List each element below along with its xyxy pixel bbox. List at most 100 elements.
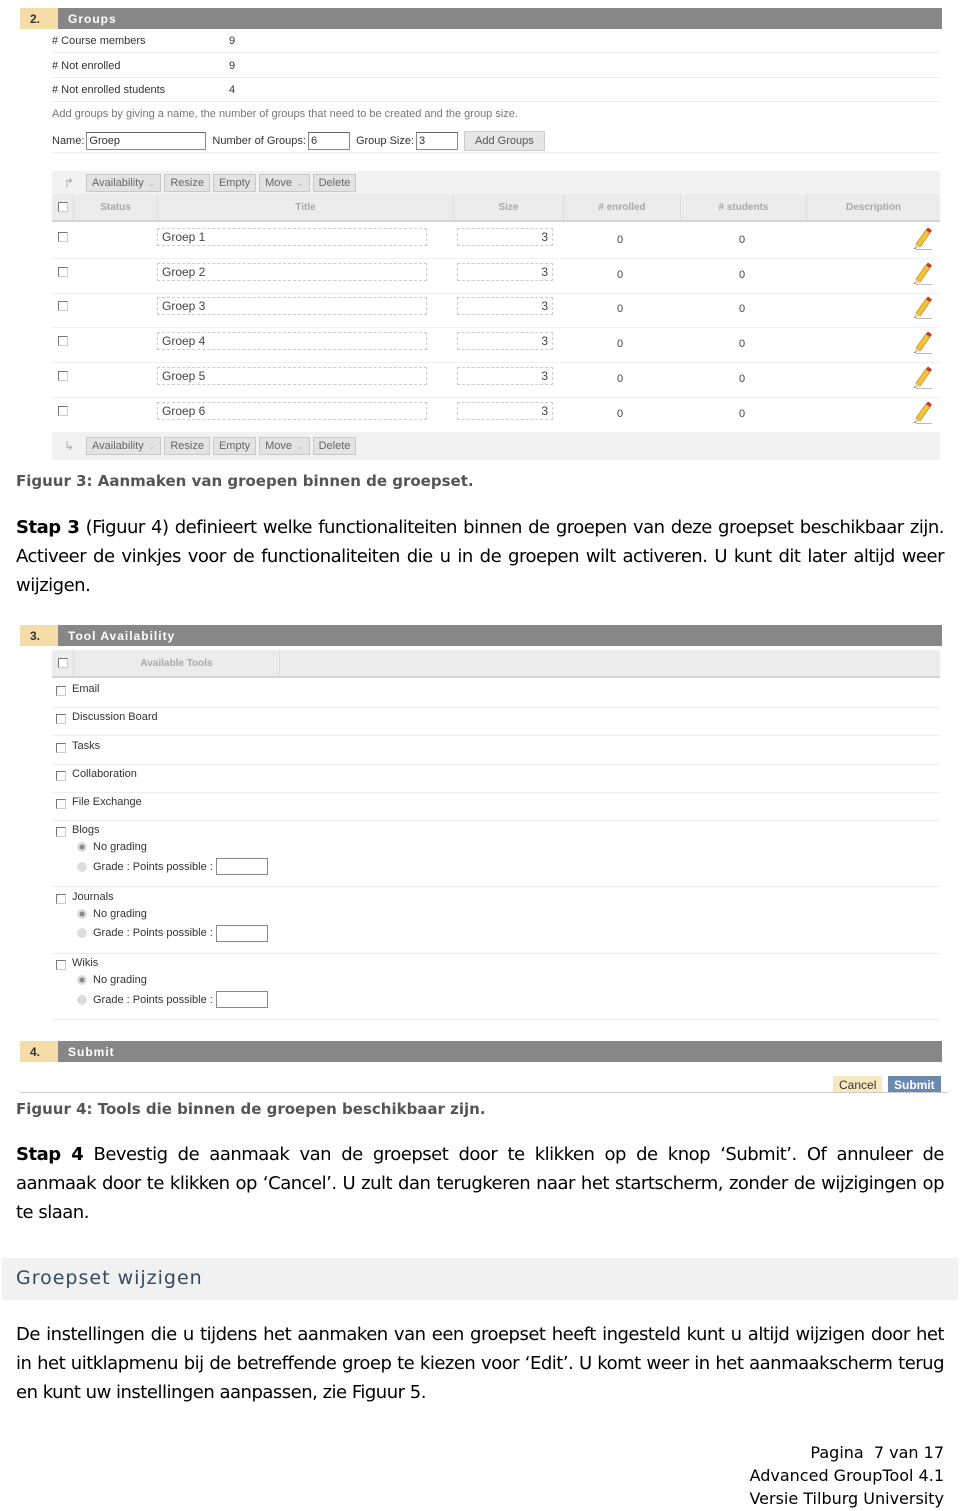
radio-unselected[interactable] bbox=[77, 994, 87, 1005]
graded-tool-row: Journals No grading Grade : Points possibl… bbox=[52, 888, 940, 954]
step-label: Stap 4 bbox=[16, 1144, 84, 1165]
column-header-enrolled[interactable]: # enrolled bbox=[564, 194, 681, 220]
option-label: No grading bbox=[93, 841, 147, 853]
radio-unselected[interactable] bbox=[77, 928, 87, 938]
empty-button[interactable]: Empty bbox=[212, 174, 257, 192]
no-grading-option[interactable]: No grading bbox=[77, 841, 147, 853]
tool-checkbox[interactable] bbox=[56, 714, 66, 725]
select-all-cell bbox=[52, 650, 74, 676]
group-title-field[interactable]: Groep 3 bbox=[157, 297, 427, 316]
move-label: Move bbox=[265, 440, 293, 452]
row-checkbox[interactable] bbox=[58, 301, 68, 312]
add-groups-button[interactable]: Add Groups bbox=[464, 130, 545, 151]
delete-button[interactable]: Delete bbox=[312, 437, 357, 455]
group-name-input[interactable] bbox=[86, 131, 207, 150]
product-name: Advanced GroupTool 4.1 bbox=[749, 1466, 944, 1485]
points-possible-input[interactable] bbox=[215, 924, 268, 942]
select-all-checkbox[interactable] bbox=[57, 202, 68, 212]
availability-button[interactable]: Availability ⌄ bbox=[86, 437, 162, 455]
select-all-checkbox[interactable] bbox=[57, 658, 68, 668]
resize-button[interactable]: Resize bbox=[164, 174, 210, 192]
group-title-field[interactable]: Groep 4 bbox=[157, 332, 427, 351]
students-count: 0 bbox=[739, 234, 746, 246]
chevron-down-icon: ⌄ bbox=[296, 440, 304, 451]
availability-button[interactable]: Availability ⌄ bbox=[86, 174, 162, 192]
group-size-field[interactable]: 3 bbox=[457, 297, 553, 316]
figure-4-caption: Figuur 4: Tools die binnen de groepen be… bbox=[16, 1100, 486, 1118]
group-size-input[interactable] bbox=[416, 131, 459, 150]
students-count: 0 bbox=[739, 268, 746, 281]
section-header-submit: 4. Submit bbox=[20, 1041, 942, 1062]
row-checkbox[interactable] bbox=[58, 370, 68, 381]
group-title-field[interactable]: Groep 6 bbox=[157, 401, 427, 420]
group-title-field[interactable]: Groep 2 bbox=[157, 262, 427, 281]
name-label: Name: bbox=[52, 134, 85, 147]
step-text: (Figuur 4) definieert welke functionalit… bbox=[16, 517, 945, 596]
move-button[interactable]: Move ⌄ bbox=[259, 437, 310, 455]
group-size-field[interactable]: 3 bbox=[457, 262, 553, 281]
cancel-button[interactable]: Cancel bbox=[833, 1076, 883, 1093]
column-header-title[interactable]: Title bbox=[158, 194, 454, 220]
number-of-groups-input[interactable] bbox=[307, 131, 350, 150]
column-header-students[interactable]: # students bbox=[681, 194, 807, 220]
edit-pencil-icon[interactable] bbox=[910, 330, 932, 355]
grade-option[interactable]: Grade : Points possible : bbox=[77, 924, 268, 942]
row-checkbox[interactable] bbox=[58, 266, 68, 277]
edit-pencil-icon[interactable] bbox=[910, 365, 932, 389]
submit-button[interactable]: Submit bbox=[888, 1076, 941, 1093]
edit-pencil-icon[interactable] bbox=[910, 295, 932, 320]
move-button[interactable]: Move ⌄ bbox=[259, 174, 310, 192]
tool-checkbox[interactable] bbox=[56, 742, 66, 753]
section-number: 3. bbox=[20, 625, 58, 646]
points-possible-input[interactable] bbox=[215, 991, 268, 1008]
group-title-field[interactable]: Groep 5 bbox=[157, 366, 427, 385]
grade-option[interactable]: Grade : Points possible : bbox=[77, 858, 268, 875]
edit-pencil-icon[interactable] bbox=[910, 261, 932, 285]
column-header-description[interactable]: Description bbox=[807, 194, 940, 220]
row-checkbox[interactable] bbox=[58, 336, 68, 347]
chevron-down-icon: ⌄ bbox=[147, 440, 156, 451]
tool-row: Discussion Board bbox=[52, 708, 940, 737]
edit-pencil-icon[interactable] bbox=[910, 226, 932, 250]
radio-selected[interactable] bbox=[77, 975, 87, 985]
column-header-available-tools[interactable]: Available Tools bbox=[74, 650, 280, 676]
enrolled-count: 0 bbox=[617, 234, 624, 246]
number-of-groups-label: Number of Groups: bbox=[212, 134, 306, 147]
delete-button[interactable]: Delete bbox=[312, 174, 357, 192]
option-label: Grade : Points possible : bbox=[93, 860, 213, 873]
group-size-field[interactable]: 3 bbox=[457, 332, 553, 351]
group-title-field[interactable]: Groep 1 bbox=[157, 228, 427, 246]
grade-option[interactable]: Grade : Points possible : bbox=[77, 991, 268, 1008]
tool-checkbox[interactable] bbox=[56, 960, 66, 970]
column-header-size[interactable]: Size bbox=[454, 194, 564, 220]
column-header-status[interactable]: Status bbox=[74, 194, 158, 220]
tool-row: Email bbox=[52, 680, 940, 708]
radio-unselected[interactable] bbox=[77, 861, 87, 872]
radio-selected[interactable] bbox=[77, 842, 87, 852]
tool-checkbox[interactable] bbox=[56, 893, 66, 904]
tool-label: Email bbox=[72, 683, 100, 695]
tool-checkbox[interactable] bbox=[56, 686, 66, 696]
row-checkbox[interactable] bbox=[58, 232, 68, 242]
empty-button[interactable]: Empty bbox=[212, 437, 257, 455]
tool-checkbox[interactable] bbox=[56, 827, 66, 837]
radio-selected[interactable] bbox=[77, 908, 87, 919]
version-label: Versie Tilburg University bbox=[749, 1489, 944, 1508]
section-header-tool-availability: 3. Tool Availability bbox=[20, 625, 942, 646]
tool-checkbox[interactable] bbox=[56, 799, 66, 810]
group-size-field[interactable]: 3 bbox=[457, 228, 553, 246]
info-label: # Not enrolled students bbox=[52, 83, 166, 96]
no-grading-option[interactable]: No grading bbox=[77, 974, 147, 986]
row-checkbox[interactable] bbox=[58, 405, 68, 416]
tool-checkbox[interactable] bbox=[56, 770, 66, 781]
edit-pencil-icon[interactable] bbox=[910, 400, 932, 424]
no-grading-option[interactable]: No grading bbox=[77, 908, 147, 920]
group-size-field[interactable]: 3 bbox=[457, 366, 553, 385]
graded-tool-row: Blogs No grading Grade : Points possible : bbox=[52, 821, 940, 887]
resize-button[interactable]: Resize bbox=[164, 437, 210, 455]
points-possible-input[interactable] bbox=[215, 858, 268, 875]
heading-text: Groepset wijzigen bbox=[16, 1267, 203, 1289]
tool-label: Tasks bbox=[72, 739, 101, 752]
move-label: Move bbox=[265, 177, 293, 189]
group-size-field[interactable]: 3 bbox=[457, 401, 553, 420]
